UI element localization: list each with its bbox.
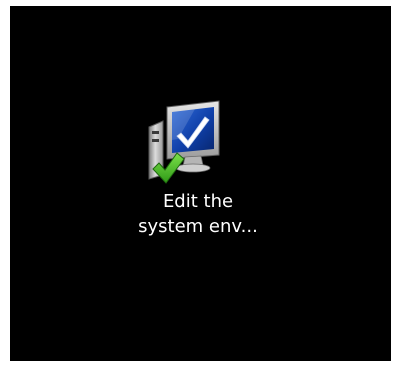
system-properties-icon [145, 99, 225, 185]
desktop-area: Edit the system env... [10, 6, 391, 361]
desktop-shortcut-system-environment[interactable]: Edit the system env... [120, 99, 276, 264]
label-line-2: system env... [138, 216, 258, 237]
label-line-1: Edit the [162, 191, 234, 212]
desktop-shortcut-label: Edit the system env... [120, 189, 276, 239]
